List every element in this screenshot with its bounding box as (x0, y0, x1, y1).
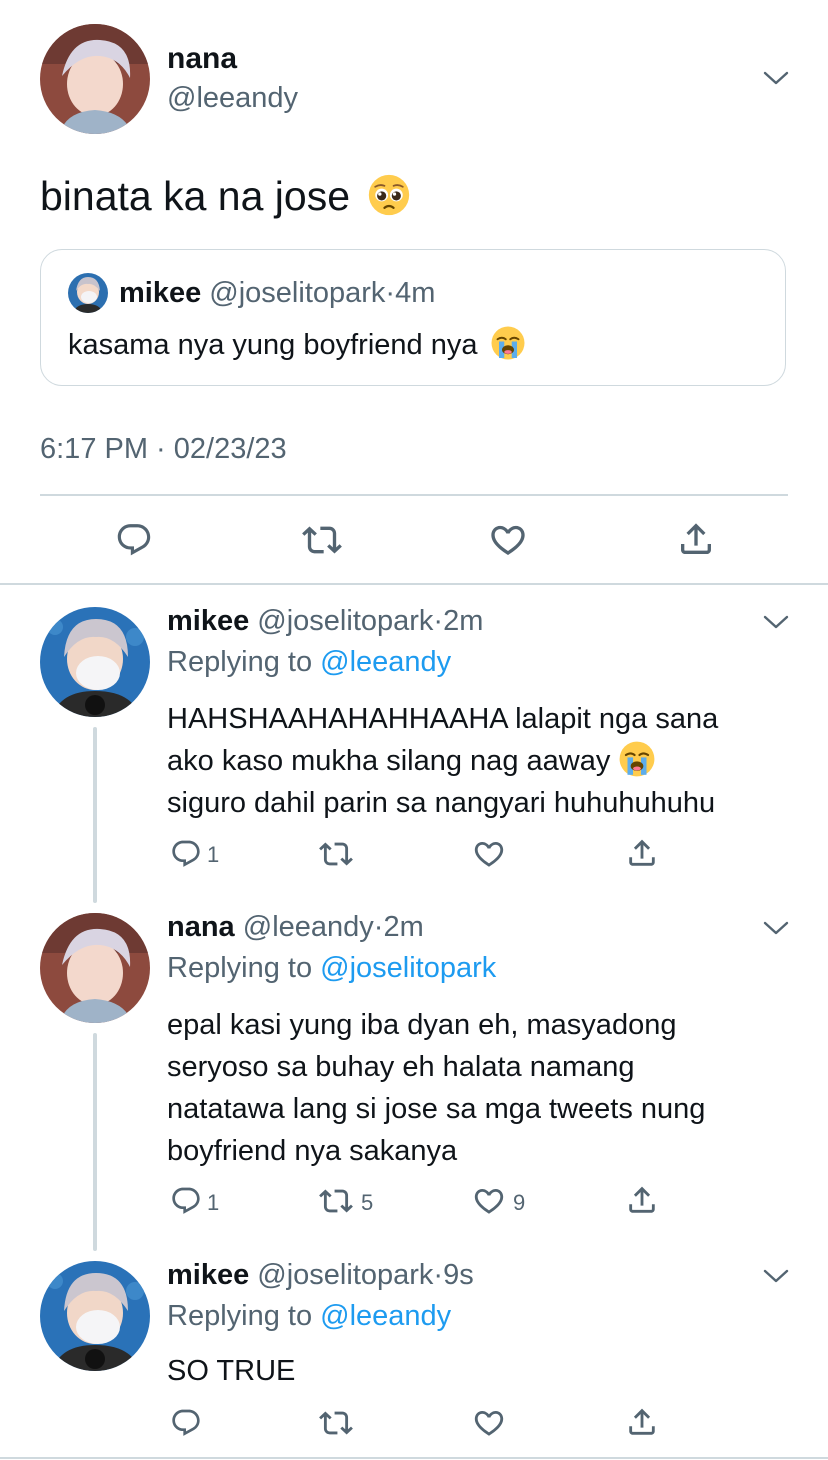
quote-header: mikee @joselitopark·4m (119, 277, 435, 310)
replying-to: Replying to @leeandy (167, 1300, 451, 1333)
retweet-icon[interactable] (302, 520, 342, 560)
reply-header: mikee @joselitopark·9s (167, 1259, 474, 1292)
retweet-count: 5 (361, 1190, 374, 1215)
thread-line (93, 727, 97, 903)
reply-time: 2m (443, 605, 484, 637)
reply-author-handle[interactable]: @joselitopark (257, 605, 433, 637)
reply-separator: · (433, 1259, 444, 1291)
reply-icon[interactable] (115, 521, 153, 559)
replying-to: Replying to @leeandy (167, 646, 451, 679)
section-divider (0, 583, 828, 585)
reply-author-handle[interactable]: @leeandy (243, 911, 374, 943)
chevron-down-icon[interactable] (763, 70, 789, 86)
reply-separator: · (433, 605, 444, 637)
reply-text-line: boyfriend nya sakanya (167, 1135, 458, 1167)
reply-count: 1 (207, 842, 220, 867)
chevron-down-icon[interactable] (763, 1268, 789, 1284)
loudly-crying-face-icon (490, 325, 526, 361)
retweet-icon[interactable] (319, 1184, 353, 1218)
like-icon[interactable] (488, 520, 528, 560)
reply-time: 9s (443, 1259, 474, 1291)
reply-text-line: natatawa lang si jose sa mga tweets nung (167, 1093, 706, 1125)
pleading-face-icon (367, 173, 411, 217)
retweet-icon[interactable] (319, 1406, 353, 1440)
replying-to-label: Replying to (167, 646, 313, 678)
reply-text-line: HAHSHAAHAHAHHAAHA lalapit nga sana (167, 703, 719, 735)
reply-text: HAHSHAAHAHAHHAAHA lalapit nga sana ako k… (167, 698, 718, 824)
chevron-down-icon[interactable] (763, 614, 789, 630)
replying-to-label: Replying to (167, 952, 313, 984)
reply-text-line-with-emoji: ako kaso mukha silang nag aaway (167, 740, 718, 782)
replying-to-label: Replying to (167, 1300, 313, 1332)
reply-text: epal kasi yung iba dyan eh, masyadong se… (167, 1004, 705, 1172)
reply-header: mikee @joselitopark·2m (167, 605, 483, 638)
reply-separator: · (373, 911, 384, 943)
reply-text-line: ako kaso mukha silang nag aaway (167, 745, 611, 777)
quote-avatar-mikee (68, 273, 108, 313)
like-icon[interactable] (472, 1406, 506, 1440)
author-handle[interactable]: @leeandy (167, 82, 298, 115)
thread-line (93, 1033, 97, 1251)
quote-text-content: kasama nya yung boyfriend nya (68, 329, 478, 361)
reply-text-line: SO TRUE (167, 1355, 296, 1387)
reply-author-name[interactable]: nana (167, 911, 235, 943)
tweet-text: binata ka na jose (40, 170, 411, 222)
reply-time: 2m (383, 911, 424, 943)
share-icon[interactable] (625, 1183, 659, 1217)
like-icon[interactable] (472, 1184, 506, 1218)
reply-icon[interactable] (170, 1407, 202, 1439)
reply-author-name[interactable]: mikee (167, 1259, 249, 1291)
avatar-nana[interactable] (40, 913, 150, 1023)
quote-author-handle: @joselitopark (209, 277, 386, 309)
reply-icon[interactable] (170, 1185, 202, 1217)
replying-to-handle[interactable]: @joselitopark (320, 952, 496, 984)
replying-to-handle[interactable]: @leeandy (320, 646, 451, 678)
quote-text: kasama nya yung boyfriend nya (68, 325, 526, 365)
avatar-mikee[interactable] (40, 1261, 150, 1371)
reply-text-line: siguro dahil parin sa nangyari huhuhuhuh… (167, 787, 716, 819)
replying-to-handle[interactable]: @leeandy (320, 1300, 451, 1332)
author-name[interactable]: nana (167, 42, 237, 76)
divider (40, 494, 788, 496)
reply-text-line: seryoso sa buhay eh halata namang (167, 1051, 635, 1083)
avatar-nana[interactable] (40, 24, 150, 134)
avatar-mikee[interactable] (40, 607, 150, 717)
share-icon[interactable] (676, 519, 716, 559)
share-icon[interactable] (625, 836, 659, 870)
reply-author-handle[interactable]: @joselitopark (257, 1259, 433, 1291)
reply-count: 1 (207, 1190, 220, 1215)
like-count: 9 (513, 1190, 526, 1215)
quote-separator: · (385, 277, 396, 309)
reply-header: nana @leeandy·2m (167, 911, 424, 944)
bottom-divider (0, 1457, 828, 1459)
loudly-crying-face-icon (618, 740, 656, 778)
reply-text: SO TRUE (167, 1350, 295, 1392)
reply-text-line: epal kasi yung iba dyan eh, masyadong (167, 1009, 677, 1041)
retweet-icon[interactable] (319, 837, 353, 871)
quote-time: 4m (395, 277, 436, 309)
tweet-timestamp[interactable]: 6:17 PM · 02/23/23 (40, 433, 287, 466)
replying-to: Replying to @joselitopark (167, 952, 496, 985)
reply-author-name[interactable]: mikee (167, 605, 249, 637)
share-icon[interactable] (625, 1405, 659, 1439)
like-icon[interactable] (472, 837, 506, 871)
reply-icon[interactable] (170, 838, 202, 870)
quoted-tweet-card[interactable] (40, 249, 786, 386)
quote-author-name: mikee (119, 277, 202, 309)
tweet-text-content: binata ka na jose (40, 173, 351, 219)
chevron-down-icon[interactable] (763, 920, 789, 936)
